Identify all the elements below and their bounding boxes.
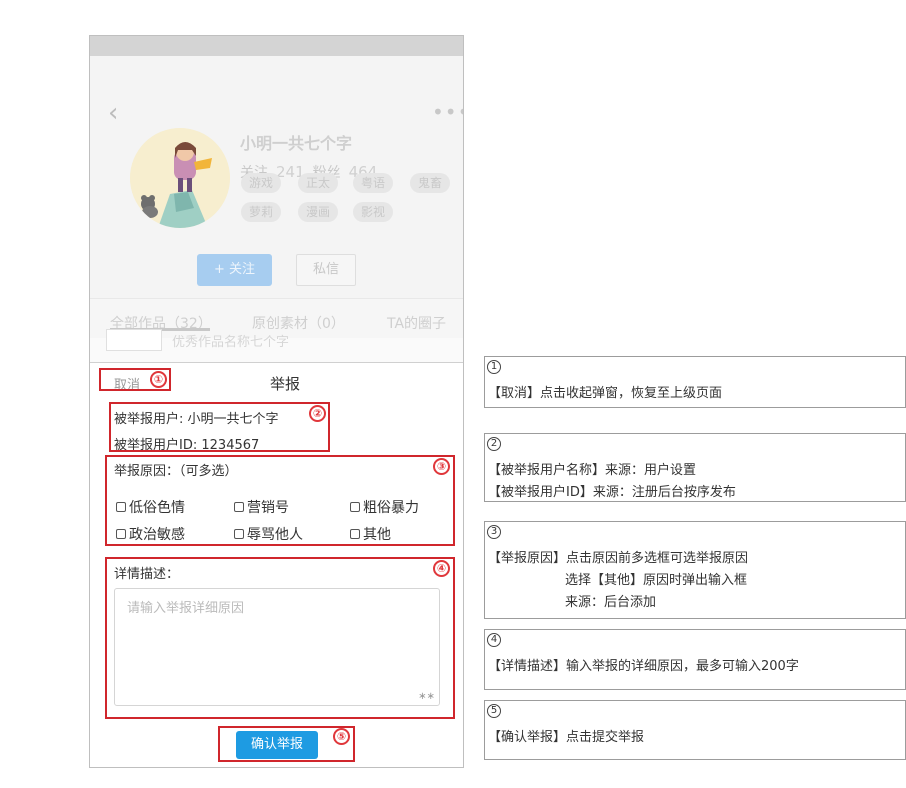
note-text: 【被举报用户ID】来源：注册后台按序发布 <box>488 485 736 500</box>
interest-tag: 萝莉 <box>241 202 282 222</box>
interest-tag: 鬼畜 <box>410 173 451 193</box>
annotation-note-1: 1 【取消】点击收起弹窗，恢复至上级页面 <box>484 356 906 408</box>
annotation-note-5: 5 【确认举报】点击提交举报 <box>484 700 906 760</box>
callout-box-detail <box>105 557 455 719</box>
note-text: 【举报原因】点击原因前多选框可选举报原因 <box>488 551 749 566</box>
annotation-note-3: 3 【举报原因】点击原因前多选框可选举报原因 选择【其他】原因时弹出输入框 来源… <box>484 521 906 619</box>
annotation-note-2: 2 【被举报用户名称】来源：用户设置 【被举报用户ID】来源：注册后台按序发布 <box>484 433 906 502</box>
interest-tag: 漫画 <box>298 202 339 222</box>
note-number: 4 <box>487 633 501 647</box>
interest-tag: 正太 <box>298 173 339 193</box>
message-button[interactable]: 私信 <box>296 254 356 286</box>
avatar-illustration <box>130 128 230 228</box>
note-text: 选择【其他】原因时弹出输入框 <box>565 573 748 588</box>
callout-number: ① <box>150 371 167 388</box>
work-thumbnail <box>106 329 162 351</box>
callout-number: ④ <box>433 560 450 577</box>
user-name: 小明一共七个字 <box>240 134 353 153</box>
avatar <box>130 128 230 228</box>
work-title: 优秀作品名称七个字 <box>172 335 290 350</box>
tab-original-materials[interactable]: 原创素材（0） <box>252 313 345 333</box>
note-text: 【取消】点击收起弹窗，恢复至上级页面 <box>488 386 723 401</box>
annotation-note-4: 4 【详情描述】输入举报的详细原因，最多可输入200字 <box>484 629 906 690</box>
interest-tag: 粤语 <box>353 173 394 193</box>
status-bar <box>90 36 463 56</box>
callout-number: ③ <box>433 458 450 475</box>
note-text: 【被举报用户名称】来源：用户设置 <box>488 463 697 478</box>
note-number: 2 <box>487 437 501 451</box>
note-number: 3 <box>487 525 501 539</box>
interest-tag: 游戏 <box>241 173 282 193</box>
callout-number: ⑤ <box>333 728 350 745</box>
interest-tag: 影视 <box>353 202 394 222</box>
note-text: 【确认举报】点击提交举报 <box>488 730 645 745</box>
callout-box-reasons <box>105 455 455 546</box>
note-text: 【详情描述】输入举报的详细原因，最多可输入200字 <box>488 659 799 674</box>
note-text: 来源：后台添加 <box>565 595 657 610</box>
follow-button[interactable]: + 关注 <box>197 254 272 286</box>
note-number: 5 <box>487 704 501 718</box>
back-chevron-icon[interactable]: ‹ <box>108 98 118 128</box>
callout-number: ② <box>309 405 326 422</box>
dialog-title: 举报 <box>270 375 301 393</box>
tab-circles[interactable]: TA的圈子 <box>387 313 446 333</box>
callout-box-user <box>109 402 330 452</box>
work-list-item[interactable]: 优秀作品名称七个字 <box>90 329 463 362</box>
note-number: 1 <box>487 360 501 374</box>
more-options-icon[interactable]: ••• <box>432 100 463 124</box>
